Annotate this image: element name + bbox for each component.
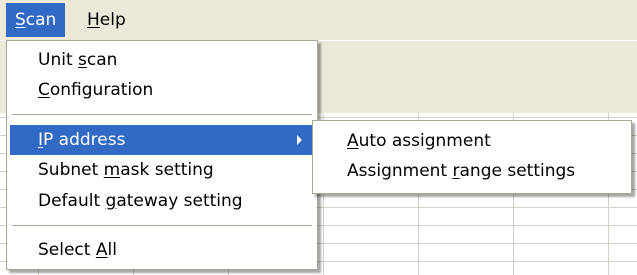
submenu-item-auto-assignment-mnemonic: A [347,131,359,151]
submenu-item-auto-assignment-post: uto assignment [358,131,491,151]
menu-item-ip-address-post: P address [43,130,126,150]
menu-bar: Scan Help [0,0,637,40]
menu-item-unit-scan-mnemonic: s [78,50,87,70]
menu-separator [12,114,312,116]
menu-item-unit-scan-post: can [86,50,118,70]
menu-scan-label: can [25,10,57,30]
menu-item-subnet-mask-mnemonic: m [103,160,121,180]
submenu-item-range-mnemonic: r [452,161,460,181]
menu-separator [12,225,312,227]
menu-item-unit-scan-pre: Unit [38,50,79,70]
menu-item-configuration-post: onfiguration [49,80,154,100]
menu-item-configuration[interactable]: Configuration [10,75,314,105]
menu-help[interactable]: Help [78,3,135,37]
menu-item-default-gateway-pre: Default [38,191,106,211]
submenu-item-range-post: ange settings [459,161,576,181]
scan-dropdown-menu: Unit scan Configuration IP address Subne… [6,40,318,270]
menu-scan-mnemonic: S [15,10,26,30]
submenu-item-auto-assignment[interactable]: Auto assignment [316,126,628,156]
menu-item-configuration-mnemonic: C [38,80,50,100]
menu-item-select-all-post: ll [107,240,117,260]
menu-item-default-gateway-post: ateway setting [116,191,243,211]
menu-item-unit-scan[interactable]: Unit scan [10,45,314,75]
menu-item-subnet-mask-pre: Subnet [38,160,104,180]
menu-item-subnet-mask-post: ask setting [120,160,214,180]
menu-item-default-gateway-mnemonic: g [105,191,117,211]
ip-address-submenu: Auto assignment Assignment range setting… [312,120,632,194]
submenu-item-assignment-range-settings[interactable]: Assignment range settings [316,156,628,186]
menu-item-select-all-pre: Select [38,240,96,260]
menu-help-mnemonic: H [87,10,100,30]
menu-scan[interactable]: Scan [6,3,66,37]
menu-item-default-gateway-setting[interactable]: Default gateway setting [10,186,314,216]
menu-help-label: elp [99,10,126,30]
menu-item-subnet-mask-setting[interactable]: Subnet mask setting [10,155,314,185]
submenu-arrow-icon [297,135,302,145]
submenu-item-range-pre: Assignment [347,161,453,181]
menu-item-select-all[interactable]: Select All [10,235,314,265]
menu-item-ip-address[interactable]: IP address [10,125,314,155]
menu-item-select-all-mnemonic: A [95,240,108,260]
